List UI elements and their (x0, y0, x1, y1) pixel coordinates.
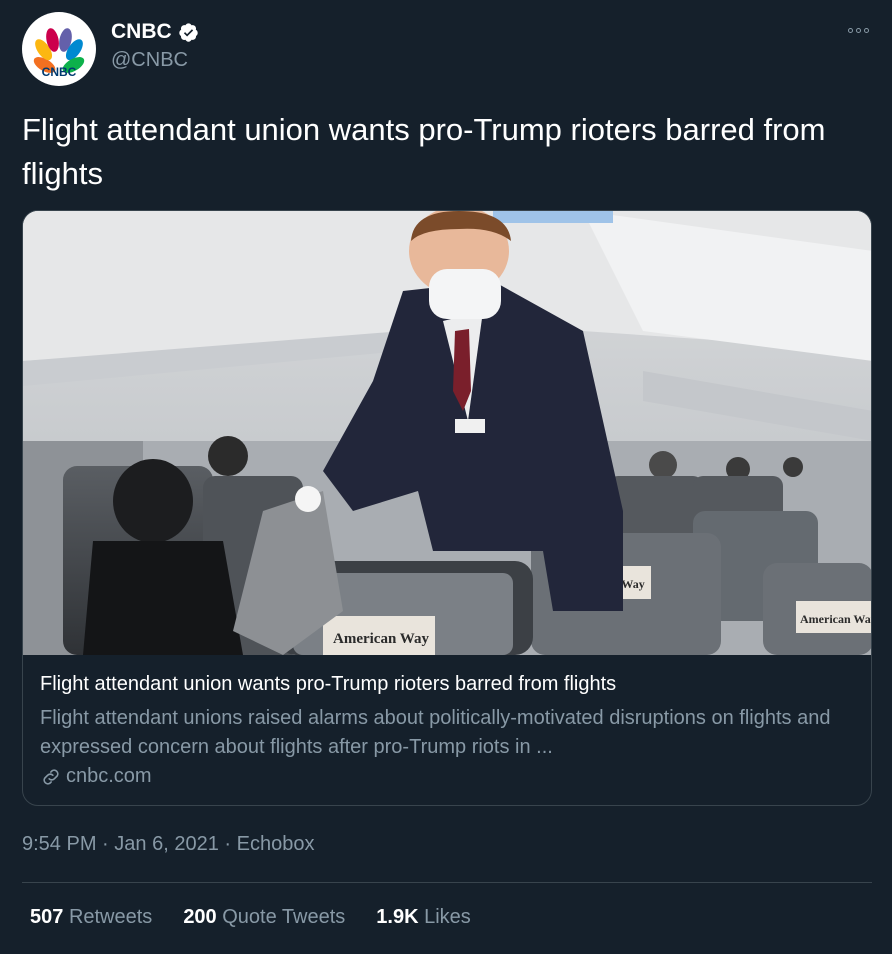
tweet-meta: 9:54 PM · Jan 6, 2021 · Echobox (22, 833, 314, 856)
card-domain-link[interactable]: cnbc.com (40, 765, 152, 788)
airplane-cabin-photo: American Way American Way American Way (23, 211, 872, 655)
likes-count: 1.9K (376, 906, 419, 928)
tweet-stats: 507 Retweets 200 Quote Tweets 1.9K Likes (30, 906, 471, 929)
cnbc-peacock-logo: CNBC (33, 28, 85, 79)
likes-stat[interactable]: 1.9K Likes (376, 906, 471, 929)
card-description: Flight attendant unions raised alarms ab… (40, 707, 831, 758)
retweets-count: 507 (30, 906, 64, 928)
tweet-source[interactable]: Echobox (237, 833, 315, 855)
link-card[interactable]: American Way American Way American Way F… (22, 210, 872, 806)
author-name[interactable]: CNBC (111, 20, 172, 44)
svg-text:American Way: American Way (800, 612, 872, 626)
tweet-time[interactable]: 9:54 PM (22, 833, 96, 855)
author-name-row[interactable]: CNBC (111, 20, 199, 44)
verified-badge-icon (178, 22, 198, 42)
card-title[interactable]: Flight attendant union wants pro-Trump r… (40, 673, 616, 696)
more-options-icon[interactable] (844, 20, 872, 40)
quote-tweets-stat[interactable]: 200 Quote Tweets (183, 906, 345, 929)
link-icon (43, 768, 59, 785)
author-handle[interactable]: @CNBC (111, 49, 188, 72)
retweets-label: Retweets (68, 906, 153, 928)
divider (22, 882, 872, 883)
quote-tweets-label: Quote Tweets (222, 906, 346, 928)
avatar[interactable]: CNBC (22, 12, 96, 86)
svg-text:CNBC: CNBC (42, 65, 77, 79)
likes-label: Likes (424, 906, 471, 928)
retweets-stat[interactable]: 507 Retweets (30, 906, 152, 929)
meta-separator: · (102, 833, 109, 855)
card-image[interactable]: American Way American Way American Way (23, 211, 872, 655)
card-domain[interactable]: cnbc.com (66, 765, 152, 788)
tweet-text: Flight attendant union wants pro-Trump r… (22, 112, 826, 191)
quote-tweets-count: 200 (183, 906, 217, 928)
svg-text:American Way: American Way (333, 631, 429, 647)
tweet-date[interactable]: Jan 6, 2021 (114, 833, 219, 855)
meta-separator: · (224, 833, 232, 855)
